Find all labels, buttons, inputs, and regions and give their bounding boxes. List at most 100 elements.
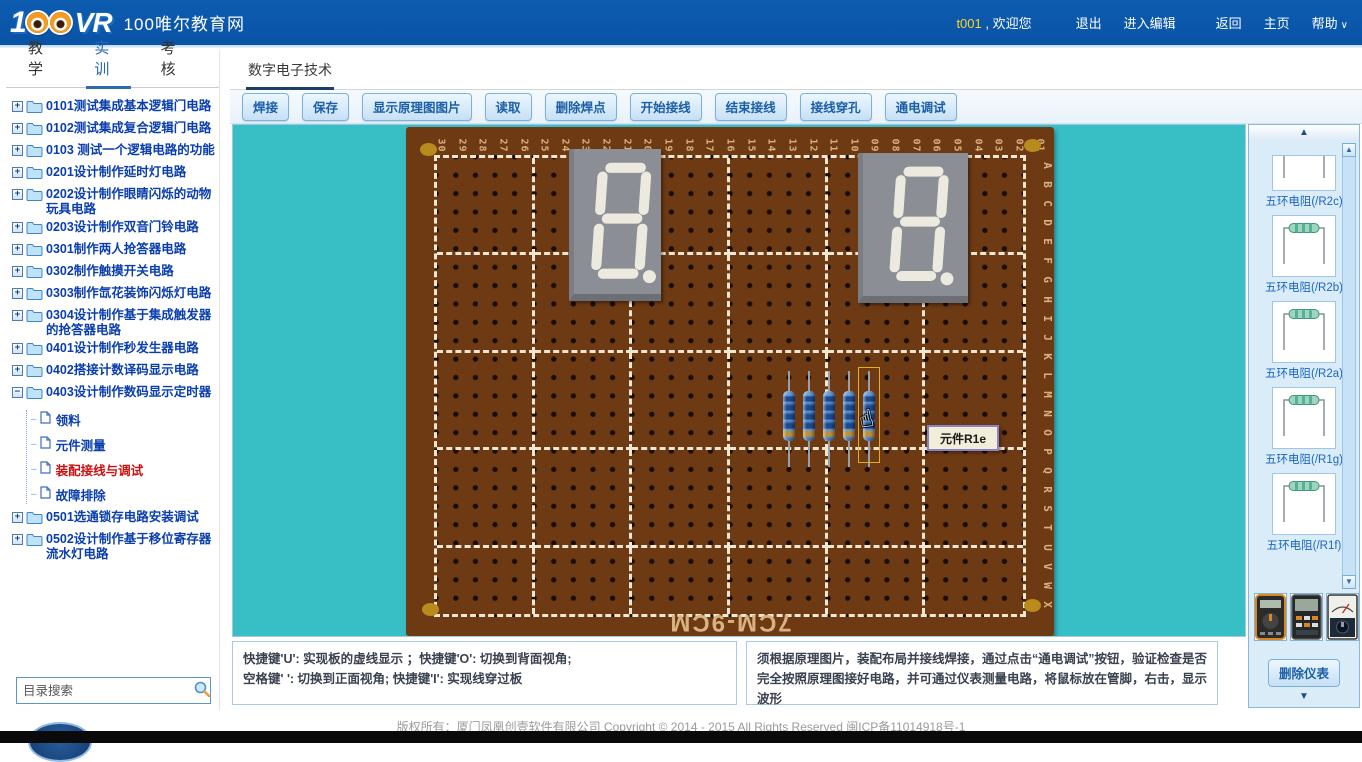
component-card[interactable] bbox=[1272, 473, 1336, 535]
user-welcome: t001 , 欢迎您 bbox=[956, 13, 1031, 32]
help-menu[interactable]: 帮助∨ bbox=[1312, 13, 1348, 32]
weld-button[interactable]: 焊接 bbox=[242, 93, 289, 121]
load-button[interactable]: 读取 bbox=[485, 93, 532, 121]
start-wiring-button[interactable]: 开始接线 bbox=[630, 93, 702, 121]
site-logo[interactable]: 1 VR bbox=[10, 6, 112, 40]
component-card[interactable] bbox=[1272, 387, 1336, 449]
scrollbar-up-button[interactable]: ▲ bbox=[1342, 143, 1356, 157]
seven-segment-display-2[interactable] bbox=[858, 153, 968, 303]
search-icon[interactable] bbox=[190, 678, 214, 703]
resistor-component-1[interactable] bbox=[782, 371, 796, 467]
tree-item-4[interactable]: +0202设计制作眼睛闪烁的动物玩具电路 bbox=[12, 187, 217, 217]
expand-icon[interactable]: + bbox=[12, 244, 23, 255]
scrollbar-down-button[interactable]: ▼ bbox=[1342, 575, 1356, 589]
expand-icon[interactable]: + bbox=[12, 101, 23, 112]
sidebar-tab-0[interactable]: 教学 bbox=[20, 37, 64, 87]
row-letter: T bbox=[1041, 525, 1054, 532]
enter-edit-link[interactable]: 进入编辑 bbox=[1124, 13, 1176, 32]
resistor-component-3[interactable] bbox=[822, 371, 836, 467]
analog-multimeter-icon[interactable] bbox=[1326, 593, 1359, 641]
tree-item-11[interactable]: +0402搭接计数译码显示电路 bbox=[12, 363, 217, 382]
tree-subitem-1[interactable]: –元件测量 bbox=[31, 435, 217, 454]
expand-icon[interactable]: + bbox=[12, 512, 23, 523]
resistor-lead bbox=[828, 371, 830, 391]
hotkey-hints: 快捷键'U': 实现板的虚线显示 ；快捷键'O': 切换到背面视角; 空格键' … bbox=[232, 641, 737, 705]
tree-item-10[interactable]: +0401设计制作秒发生器电路 bbox=[12, 341, 217, 360]
end-wiring-button[interactable]: 结束接线 bbox=[715, 93, 787, 121]
panel-scrollbar[interactable] bbox=[1342, 143, 1356, 589]
tree-item-2[interactable]: +0103 测试一个逻辑电路的功能 bbox=[12, 143, 217, 162]
expand-icon[interactable]: + bbox=[12, 123, 23, 134]
tree-subitem-3[interactable]: –故障排除 bbox=[31, 485, 217, 504]
tree-item-7[interactable]: +0302制作触摸开关电路 bbox=[12, 264, 217, 283]
tree-item-3[interactable]: +0201设计制作延时灯电路 bbox=[12, 165, 217, 184]
tree-subitem-0[interactable]: –领料 bbox=[31, 410, 217, 429]
wire-through-hole-button[interactable]: 接线穿孔 bbox=[800, 93, 872, 121]
row-letter: S bbox=[1041, 506, 1054, 513]
seven-segment-display-1[interactable] bbox=[569, 149, 661, 301]
tree-item-8[interactable]: +0303制作氙花装饰闪烁灯电路 bbox=[12, 286, 217, 305]
expand-icon[interactable]: + bbox=[12, 145, 23, 156]
content-tabbar: 数字电子技术 bbox=[230, 50, 1362, 90]
power-debug-button[interactable]: 通电调试 bbox=[885, 93, 957, 121]
tree-item-6[interactable]: +0301制作两人抢答器电路 bbox=[12, 242, 217, 261]
expand-icon[interactable]: + bbox=[12, 189, 23, 200]
tree-item-label: 0304设计制作基于集成触发器的抢答器电路 bbox=[46, 308, 217, 338]
save-button[interactable]: 保存 bbox=[302, 93, 349, 121]
grid-cell bbox=[730, 548, 828, 614]
collapse-icon[interactable]: − bbox=[12, 387, 23, 398]
grid-cell bbox=[828, 548, 926, 614]
tree-item-0[interactable]: +0101测试集成基本逻辑门电路 bbox=[12, 99, 217, 118]
expand-icon[interactable]: + bbox=[12, 310, 23, 321]
resistor-component-2[interactable] bbox=[802, 371, 816, 467]
expand-icon[interactable]: + bbox=[12, 288, 23, 299]
grid-cell bbox=[437, 158, 535, 255]
expand-icon[interactable]: + bbox=[12, 365, 23, 376]
tree-subitem-2[interactable]: –装配接线与调试 bbox=[31, 460, 217, 479]
tab-digital-electronics[interactable]: 数字电子技术 bbox=[248, 60, 332, 90]
home-link[interactable]: 主页 bbox=[1264, 13, 1290, 32]
row-letter: K bbox=[1041, 353, 1054, 360]
show-schematic-button[interactable]: 显示原理图图片 bbox=[362, 93, 472, 121]
row-letter: A bbox=[1041, 162, 1054, 169]
tree-item-label: 0103 测试一个逻辑电路的功能 bbox=[46, 143, 217, 158]
panel-scroll-down-icon[interactable]: ▼ bbox=[1249, 689, 1359, 705]
delete-instrument-button[interactable]: 删除仪表 bbox=[1268, 659, 1340, 687]
header-menu: t001 , 欢迎您 退出 进入编辑 返回 主页 帮助∨ bbox=[956, 13, 1348, 32]
sidebar-tab-2[interactable]: 考核 bbox=[153, 37, 197, 87]
signal-meter-icon[interactable] bbox=[1290, 593, 1323, 641]
tree-item-13[interactable]: +0501选通锁存电路安装调试 bbox=[12, 510, 217, 529]
sidebar-tab-1[interactable]: 实训 bbox=[86, 37, 130, 87]
logo-vr-text: VR bbox=[75, 7, 112, 39]
tree-item-1[interactable]: +0102测试集成复合逻辑门电路 bbox=[12, 121, 217, 140]
logout-link[interactable]: 退出 bbox=[1076, 13, 1102, 32]
expand-icon[interactable]: + bbox=[12, 266, 23, 277]
tree-item-label: 0302制作触摸开关电路 bbox=[46, 264, 217, 279]
component-card[interactable] bbox=[1272, 215, 1336, 277]
expand-icon[interactable]: + bbox=[12, 222, 23, 233]
component-tooltip: 元件R1e bbox=[927, 425, 999, 451]
expand-icon[interactable]: + bbox=[12, 167, 23, 178]
delete-solder-button[interactable]: 删除焊点 bbox=[545, 93, 617, 121]
component-card-partial[interactable] bbox=[1272, 155, 1336, 191]
digital-multimeter-icon[interactable] bbox=[1254, 593, 1287, 641]
chevron-down-icon: ∨ bbox=[1341, 20, 1348, 31]
grid-cell bbox=[437, 548, 535, 614]
expand-icon[interactable]: + bbox=[12, 534, 23, 545]
tree-item-12[interactable]: −0403设计制作数码显示定时器 bbox=[12, 385, 217, 404]
folder-icon bbox=[26, 221, 43, 239]
panel-scroll-up-icon[interactable]: ▲ bbox=[1249, 125, 1359, 141]
expand-icon[interactable]: + bbox=[12, 343, 23, 354]
tree-item-5[interactable]: +0203设计制作双音门铃电路 bbox=[12, 220, 217, 239]
board-corner-hole bbox=[1024, 139, 1041, 152]
simulation-viewport[interactable]: 0102030405060708091011121314151617181920… bbox=[232, 124, 1246, 637]
component-card[interactable] bbox=[1272, 301, 1336, 363]
instruction-text: 须根据原理图片，装配布局并接线焊接，通过点击“通电调试”按钮，验证检查是否完全按… bbox=[757, 649, 1207, 709]
back-link[interactable]: 返回 bbox=[1216, 13, 1242, 32]
tree-item-14[interactable]: +0502设计制作基于移位寄存器流水灯电路 bbox=[12, 532, 217, 562]
resistor-component-4[interactable] bbox=[842, 371, 856, 467]
grid-cell bbox=[437, 353, 535, 450]
tree-subitem-label: 元件测量 bbox=[56, 435, 106, 454]
search-input[interactable] bbox=[17, 678, 190, 703]
tree-item-9[interactable]: +0304设计制作基于集成触发器的抢答器电路 bbox=[12, 308, 217, 338]
